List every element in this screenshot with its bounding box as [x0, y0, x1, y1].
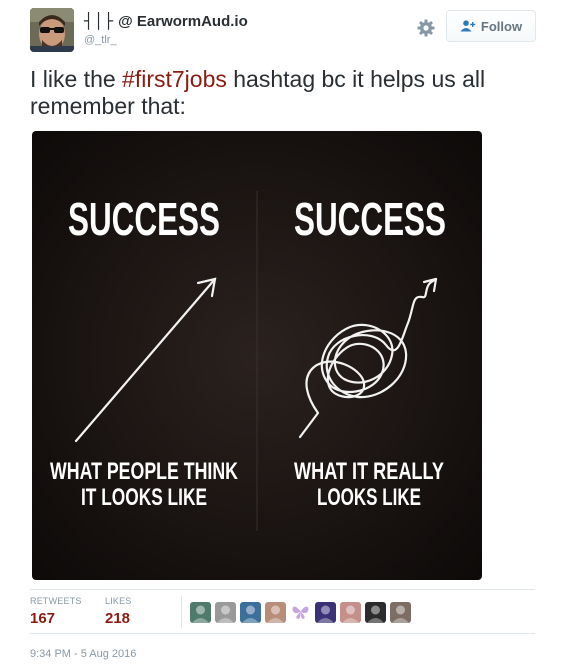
hashtag-link[interactable]: #first7jobs: [122, 66, 227, 92]
liker-avatar[interactable]: [265, 602, 286, 623]
likes-stat[interactable]: LIKES 218: [105, 596, 132, 627]
tangled-arrow-graphic: [298, 277, 438, 439]
liker-avatar[interactable]: [240, 602, 261, 623]
tweet-text-before: I like the: [30, 66, 123, 92]
liker-avatar[interactable]: [340, 602, 361, 623]
tweet-timestamp[interactable]: 9:34 PM - 5 Aug 2016: [30, 648, 136, 660]
liker-avatar[interactable]: [215, 602, 236, 623]
author-name-glyphs: ┤│├: [84, 12, 115, 30]
butterfly-icon[interactable]: [290, 602, 311, 623]
retweets-stat[interactable]: RETWEETS 167: [30, 596, 82, 627]
author-handle[interactable]: @_tlr_: [84, 34, 117, 46]
left-caption-line2: IT LOOKS LIKE: [81, 484, 207, 511]
tweet-header: ┤│├ @ EarwormAud.io @_tlr_ Follow: [30, 8, 540, 54]
likes-count: 218: [105, 610, 131, 627]
success-meme-graphic: SUCCESS SUCCESS WHAT PEOPLE THINK IT LOO…: [50, 191, 446, 531]
user-avatar[interactable]: [30, 8, 74, 52]
stats-top-divider: [30, 589, 535, 590]
gear-icon[interactable]: [416, 18, 436, 38]
right-title: SUCCESS: [294, 193, 446, 245]
liker-avatar[interactable]: [315, 602, 336, 623]
liker-avatar[interactable]: [190, 602, 211, 623]
liker-avatar[interactable]: [365, 602, 386, 623]
follow-label: Follow: [480, 18, 523, 34]
follow-button[interactable]: Follow: [446, 10, 536, 42]
tweet-media-image[interactable]: SUCCESS SUCCESS WHAT PEOPLE THINK IT LOO…: [32, 131, 482, 580]
right-caption-line1: WHAT IT REALLY: [294, 458, 444, 485]
retweets-label: RETWEETS: [30, 596, 82, 606]
author-name[interactable]: ┤│├ @ EarwormAud.io: [84, 12, 248, 30]
left-title: SUCCESS: [68, 193, 220, 245]
right-caption-line2: LOOKS LIKE: [317, 484, 421, 511]
stats-separator: [181, 596, 182, 628]
liker-avatar[interactable]: [390, 602, 411, 623]
person-plus-icon: [460, 20, 476, 32]
tweet-text: I like the #first7jobs hashtag bc it hel…: [30, 66, 530, 120]
author-display-name: @ EarwormAud.io: [118, 13, 248, 30]
avatar-image: [30, 8, 74, 52]
left-caption-line1: WHAT PEOPLE THINK: [50, 458, 238, 485]
retweets-count: 167: [30, 610, 56, 627]
stats-bottom-divider: [30, 633, 535, 634]
likers-avatars: [190, 602, 411, 623]
straight-arrow-graphic: [74, 277, 217, 443]
likes-label: LIKES: [105, 596, 132, 606]
